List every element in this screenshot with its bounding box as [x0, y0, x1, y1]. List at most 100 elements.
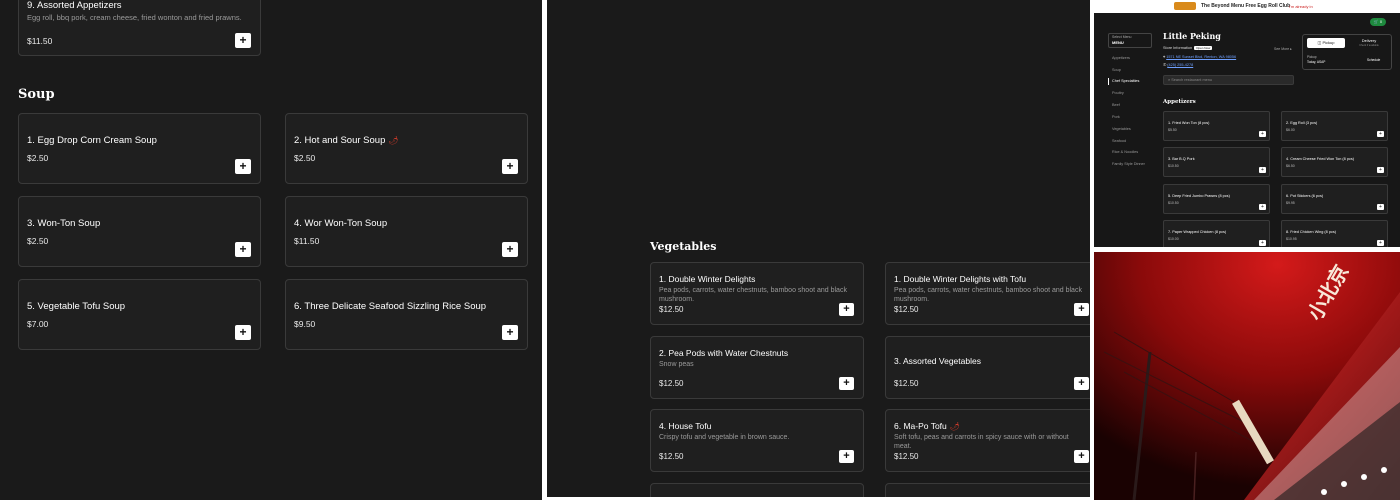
- menu-item-card[interactable]: 2. Hot and Sour Soup 🌶 $2.50 +: [285, 113, 528, 184]
- add-to-cart-button[interactable]: +: [1074, 450, 1089, 463]
- menu-item-card[interactable]: 1. Egg Drop Corn Cream Soup $2.50 +: [18, 113, 261, 184]
- add-to-cart-button[interactable]: +: [235, 325, 251, 340]
- menu-item-card[interactable]: 5. Vegetable Tofu Soup $7.00 +: [18, 279, 261, 350]
- promo-text: The Beyond Menu Free Egg Roll Club: [1201, 3, 1291, 9]
- menu-item-card[interactable]: 2. Pea Pods with Water Chestnuts Snow pea…: [650, 336, 864, 399]
- item-price: $10.00: [1168, 237, 1179, 241]
- add-to-cart-button[interactable]: +: [235, 159, 251, 174]
- item-price: $6.50: [1286, 164, 1295, 168]
- menu-item-card[interactable]: 4. House Tofu Crispy tofu and vegetable i…: [650, 409, 864, 472]
- add-to-cart-button[interactable]: +: [1259, 131, 1266, 137]
- menu-item-card[interactable]: 1. Double Winter Delights Pea pods, carro…: [650, 262, 864, 325]
- sidebar-nav-item[interactable]: Soup: [1112, 68, 1121, 72]
- add-to-cart-button[interactable]: +: [235, 242, 251, 257]
- sidebar-nav-item[interactable]: Family Style Dinner: [1112, 162, 1145, 166]
- add-to-cart-button[interactable]: +: [1377, 204, 1384, 210]
- add-to-cart-button[interactable]: +: [1377, 240, 1384, 246]
- add-to-cart-button[interactable]: +: [839, 450, 854, 463]
- item-price: $2.50: [27, 153, 49, 163]
- add-to-cart-button[interactable]: +: [839, 303, 854, 316]
- add-to-cart-button[interactable]: +: [502, 325, 518, 340]
- vegetables-menu-pane: Vegetables 1. Double Winter Delights Pea …: [547, 0, 1090, 497]
- add-to-cart-button[interactable]: +: [839, 377, 854, 390]
- sidebar-nav-item[interactable]: Beef: [1112, 103, 1120, 107]
- pickup-button[interactable]: ◫ Pickup: [1307, 38, 1345, 48]
- select-menu-label: Select Menu: [1112, 35, 1132, 39]
- menu-item-card[interactable]: 9. Assorted Appetizers Egg roll, bbq por…: [18, 0, 261, 56]
- schedule-button[interactable]: Schedule: [1367, 58, 1380, 62]
- menu-search-input[interactable]: ⌕ Search restaurant menu: [1163, 75, 1294, 85]
- sidebar-nav-item[interactable]: Chef Specialties: [1112, 79, 1139, 83]
- section-title: Vegetables: [650, 240, 717, 253]
- menu-item-card[interactable]: 8. Fried Chicken Wing (8 pcs) $10.95 +: [1281, 220, 1388, 247]
- add-to-cart-button[interactable]: +: [235, 33, 251, 48]
- sidebar-nav-item[interactable]: Pork: [1112, 115, 1120, 119]
- menu-item-card[interactable]: 6. Ma-Po Tofu 🌶 Soft tofu, peas and carrot…: [885, 409, 1090, 472]
- item-price: $2.50: [27, 236, 49, 246]
- address-link[interactable]: 1571 NE Sunset Blvd, Renton, WA 98056: [1166, 55, 1236, 59]
- delivery-button[interactable]: Delivery Check if available: [1349, 38, 1389, 48]
- sidebar-nav-item[interactable]: Seafood: [1112, 139, 1126, 143]
- add-to-cart-button[interactable]: +: [502, 242, 518, 257]
- see-more-label: See More: [1274, 47, 1290, 51]
- section-title: Soup: [18, 87, 55, 102]
- item-name: 8. Fried Chicken Wing (8 pcs): [1286, 230, 1337, 234]
- item-price: $12.50: [894, 452, 919, 461]
- menu-item-card[interactable]: [650, 483, 864, 497]
- menu-item-card[interactable]: 1. Fried Won Ton (8 pcs) $5.50 +: [1163, 111, 1270, 141]
- bag-icon: ◫: [1317, 40, 1322, 45]
- item-name: 1. Fried Won Ton (8 pcs): [1168, 121, 1210, 125]
- phone-link[interactable]: (425) 255-4278: [1167, 63, 1193, 67]
- item-name: 5. Deep Fried Jumbo Prawns (8 pcs): [1168, 194, 1230, 198]
- menu-item-card[interactable]: 3. Won-Ton Soup $2.50 +: [18, 196, 261, 267]
- add-to-cart-button[interactable]: +: [502, 159, 518, 174]
- menu-item-card[interactable]: 4. Wor Won-Ton Soup $11.50 +: [285, 196, 528, 267]
- cart-button[interactable]: 🛒 0: [1370, 18, 1386, 26]
- item-name: 7. Paper Wrapped Chicken (8 pcs): [1168, 230, 1227, 234]
- menu-item-card[interactable]: 6. Pot Stickers (6 pcs) $9.95 +: [1281, 184, 1388, 214]
- add-to-cart-button[interactable]: +: [1259, 240, 1266, 246]
- add-to-cart-button[interactable]: +: [1074, 377, 1089, 390]
- menu-item-card[interactable]: 4. Cream Cheese Fried Won Ton (8 pcs) $6.…: [1281, 147, 1388, 177]
- sidebar-nav-item[interactable]: Vegetables: [1112, 127, 1131, 131]
- search-placeholder: Search restaurant menu: [1171, 78, 1212, 82]
- menu-item-card[interactable]: 2. Egg Roll (3 pcs) $6.00 +: [1281, 111, 1388, 141]
- item-price: $12.50: [894, 379, 919, 388]
- see-more-link[interactable]: See More ▸: [1274, 47, 1292, 51]
- promo-link[interactable]: I'm already in: [1289, 4, 1313, 9]
- add-to-cart-button[interactable]: +: [1377, 167, 1384, 173]
- menu-item-card[interactable]: 1. Double Winter Delights with Tofu Pea p…: [885, 262, 1090, 325]
- menu-item-card[interactable]: 6. Three Delicate Seafood Sizzling Rice …: [285, 279, 528, 350]
- item-name: 3. Bar B.Q Pork: [1168, 157, 1195, 161]
- address-row: ⌖ 1571 NE Sunset Blvd, Renton, WA 98056: [1163, 55, 1236, 59]
- store-info-row: Store Information Open Now: [1163, 46, 1213, 50]
- item-price: $10.50: [1168, 201, 1179, 205]
- item-price: $11.50: [27, 36, 53, 46]
- add-to-cart-button[interactable]: +: [1377, 131, 1384, 137]
- store-info-label: Store Information: [1163, 46, 1193, 50]
- sidebar-nav-item[interactable]: Appetizers: [1112, 56, 1130, 60]
- menu-item-card[interactable]: 3. Assorted Vegetables $12.50 +: [885, 336, 1090, 399]
- sidebar-nav-item[interactable]: Poultry: [1112, 91, 1124, 95]
- phone-icon: ✆: [1163, 63, 1167, 67]
- phone-row: ✆ (425) 255-4278: [1163, 62, 1193, 67]
- add-to-cart-button[interactable]: +: [1259, 204, 1266, 210]
- promo-banner[interactable]: The Beyond Menu Free Egg Roll Club I'm a…: [1094, 0, 1400, 13]
- menu-item-card[interactable]: 3. Bar B.Q Pork $10.50 +: [1163, 147, 1270, 177]
- sidebar-nav-item[interactable]: Rice & Noodles: [1112, 150, 1138, 154]
- select-menu-dropdown[interactable]: Select Menu MENU: [1108, 33, 1152, 48]
- item-price: $7.00: [27, 319, 49, 329]
- item-price: $12.50: [659, 305, 684, 314]
- menu-item-card[interactable]: 7. Paper Wrapped Chicken (8 pcs) $10.00 +: [1163, 220, 1270, 247]
- menu-item-card[interactable]: 5. Deep Fried Jumbo Prawns (8 pcs) $10.50…: [1163, 184, 1270, 214]
- restaurant-exterior-photo: 小北京: [1094, 252, 1400, 500]
- item-description: Crispy tofu and vegetable in brown sauce…: [659, 434, 790, 441]
- add-to-cart-button[interactable]: +: [1259, 167, 1266, 173]
- order-type-panel: ◫ Pickup Delivery Check if available Pick…: [1302, 34, 1392, 70]
- item-name-text: 4. House Tofu: [659, 421, 712, 431]
- item-price: $10.95: [1286, 237, 1297, 241]
- item-name: 9. Assorted Appetizers: [27, 0, 122, 11]
- add-to-cart-button[interactable]: +: [1074, 303, 1089, 316]
- section-title: Appetizers: [1163, 99, 1196, 105]
- menu-item-card[interactable]: [885, 483, 1090, 497]
